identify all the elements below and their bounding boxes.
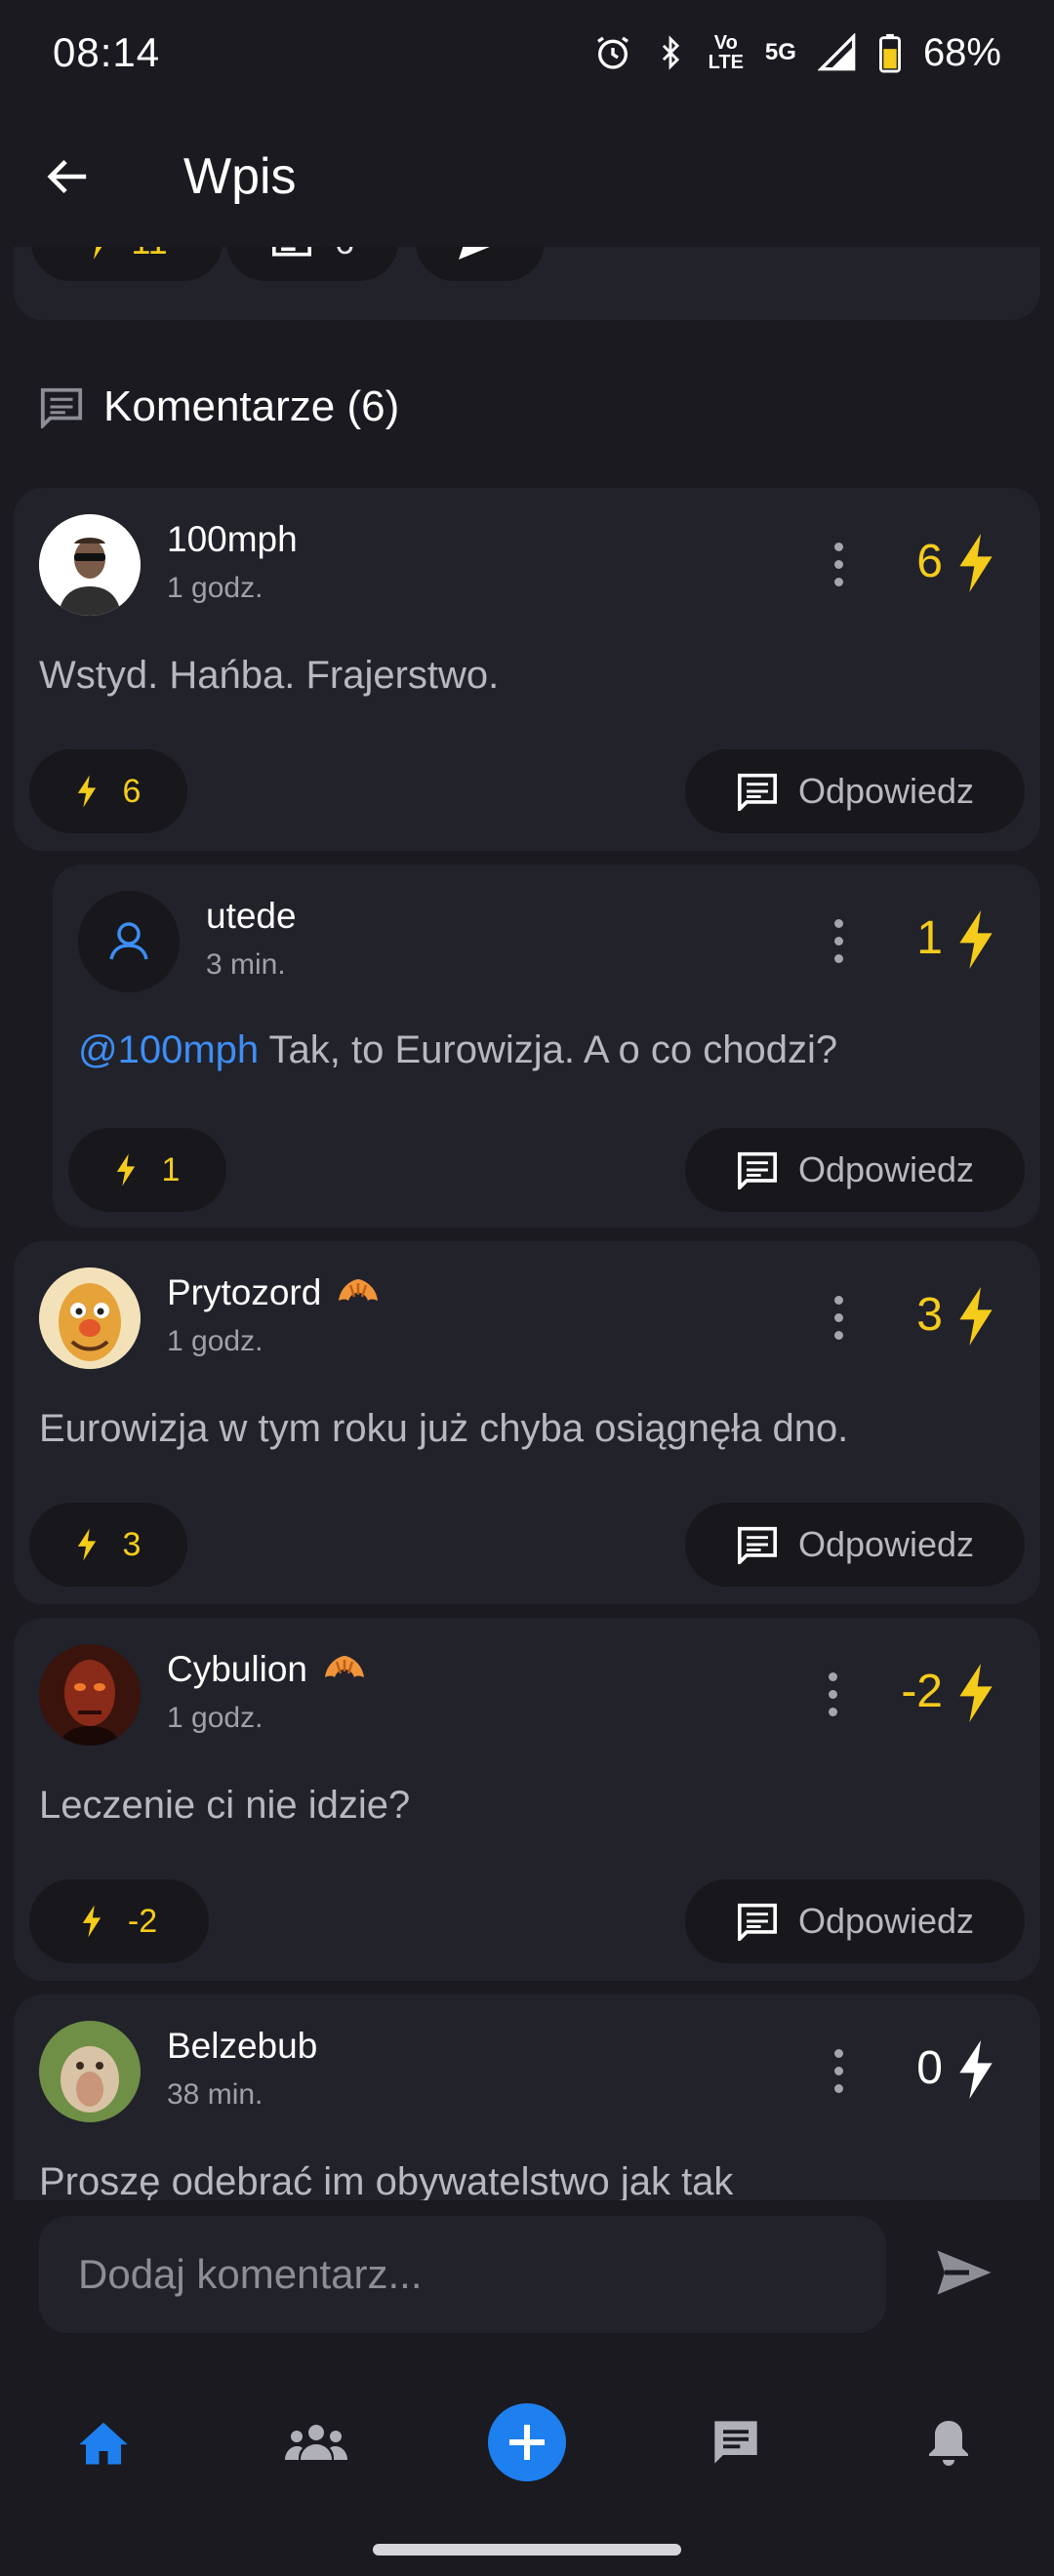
bolt-icon	[77, 1528, 96, 1561]
comment-input[interactable]	[39, 2216, 886, 2333]
bolt-vote-icon[interactable]	[956, 533, 995, 593]
comment-score: 1	[916, 912, 943, 964]
bell-icon	[929, 2421, 968, 2466]
comment-time: 1 godz.	[167, 1325, 264, 1357]
comment-card: 100mph 1 godz. 6 Wstyd. Hańba. Frajerstw…	[14, 488, 1040, 851]
comments-header: Komentarze (6)	[39, 382, 399, 431]
more-options-icon[interactable]	[824, 1288, 853, 1347]
vote-button[interactable]: 6	[29, 749, 187, 833]
status-time: 08:14	[53, 29, 161, 75]
comment-text: @100mph Tak, to Eurowizja. A o co chodzi…	[78, 1028, 838, 1071]
comment-input-bar	[0, 2200, 1054, 2356]
mention-link[interactable]: @100mph	[78, 1028, 259, 1071]
alarm-icon	[596, 36, 628, 69]
avatar[interactable]	[39, 514, 141, 616]
reply-icon	[737, 773, 777, 811]
more-options-icon[interactable]	[824, 535, 853, 593]
comment-author[interactable]: Cybulion	[167, 1649, 368, 1690]
signal-icon	[817, 33, 856, 71]
nav-add[interactable]	[478, 2403, 576, 2481]
reply-icon	[737, 1903, 777, 1941]
comment-author[interactable]: utede	[206, 896, 297, 937]
comment-score: 6	[916, 536, 943, 587]
messages-icon	[714, 2421, 757, 2464]
comment-time: 1 godz.	[167, 1702, 264, 1734]
bolt-vote-icon[interactable]	[956, 2039, 995, 2100]
nav-notifications[interactable]	[900, 2403, 997, 2481]
croissant-badge-icon	[339, 1279, 379, 1301]
comment-score: -2	[901, 1666, 943, 1717]
bolt-vote-icon[interactable]	[956, 909, 995, 970]
comment-time: 1 godz.	[167, 572, 264, 604]
reply-icon	[737, 1526, 777, 1564]
bolt-icon	[77, 775, 96, 808]
avatar[interactable]	[39, 1644, 141, 1746]
avatar[interactable]	[78, 891, 180, 992]
bolt-vote-icon[interactable]	[956, 1663, 995, 1723]
comment-card: Cybulion 1 godz. -2 Leczenie ci nie idzi…	[14, 1618, 1040, 1981]
bolt-icon	[116, 1153, 135, 1187]
comment-text: Wstyd. Hańba. Frajerstwo.	[39, 654, 500, 697]
nav-home[interactable]	[55, 2403, 152, 2481]
avatar[interactable]	[39, 1268, 141, 1369]
bolt-icon	[82, 1905, 101, 1938]
send-icon[interactable]	[935, 2247, 993, 2298]
comment-card-reply: utede 3 min. 1 @100mph Tak, to Eurowizja…	[53, 865, 1040, 1228]
nav-groups[interactable]	[267, 2403, 365, 2481]
more-options-icon[interactable]	[818, 1665, 847, 1723]
comments-title: Komentarze (6)	[103, 382, 400, 430]
page-title: Wpis	[183, 147, 297, 205]
comment-author[interactable]: Belzebub	[167, 2026, 317, 2067]
comments-icon	[40, 387, 83, 428]
status-bar: 08:14 Vo LTE 5G 68%	[0, 0, 1054, 105]
home-icon	[79, 2422, 128, 2465]
back-arrow-icon[interactable]	[45, 154, 90, 199]
vote-button[interactable]: -2	[29, 1879, 209, 1963]
comment-text: Proszę odebrać im obywatelstwo jak tak	[39, 2160, 734, 2203]
vote-button[interactable]: 3	[29, 1503, 187, 1587]
add-icon	[488, 2403, 566, 2481]
volte-icon: Vo LTE	[708, 32, 744, 73]
battery-icon	[878, 33, 901, 73]
croissant-badge-icon	[324, 1656, 364, 1677]
comment-author[interactable]: 100mph	[167, 519, 298, 560]
comment-time: 3 min.	[206, 948, 286, 981]
avatar[interactable]	[39, 2021, 141, 2122]
more-options-icon[interactable]	[824, 2041, 853, 2100]
battery-percent: 68%	[922, 30, 1001, 74]
bluetooth-icon	[662, 35, 679, 70]
reply-icon	[737, 1151, 777, 1189]
more-options-icon[interactable]	[824, 911, 853, 970]
network-5g-icon: 5G	[764, 39, 796, 65]
comment-score: 3	[916, 1289, 943, 1341]
nav-messages[interactable]	[687, 2403, 785, 2481]
bolt-vote-icon[interactable]	[956, 1286, 995, 1347]
home-indicator	[373, 2544, 681, 2556]
comment-text: Leczenie ci nie idzie?	[39, 1784, 411, 1827]
reply-button[interactable]: Odpowiedz	[685, 749, 1025, 833]
reply-button[interactable]: Odpowiedz	[685, 1879, 1025, 1963]
comment-text: Eurowizja w tym roku już chyba osiągnęła…	[39, 1407, 849, 1450]
bottom-navigation	[0, 2356, 1054, 2576]
app-bar: Wpis	[0, 105, 1054, 247]
comment-time: 38 min.	[167, 2078, 264, 2111]
comment-score: 0	[916, 2042, 943, 2094]
groups-icon	[285, 2425, 347, 2460]
comment-card: Prytozord 1 godz. 3 Eurowizja w tym roku…	[14, 1241, 1040, 1604]
comment-author[interactable]: Prytozord	[167, 1272, 382, 1313]
reply-button[interactable]: Odpowiedz	[685, 1503, 1025, 1587]
reply-button[interactable]: Odpowiedz	[685, 1128, 1025, 1212]
vote-button[interactable]: 1	[68, 1128, 226, 1212]
